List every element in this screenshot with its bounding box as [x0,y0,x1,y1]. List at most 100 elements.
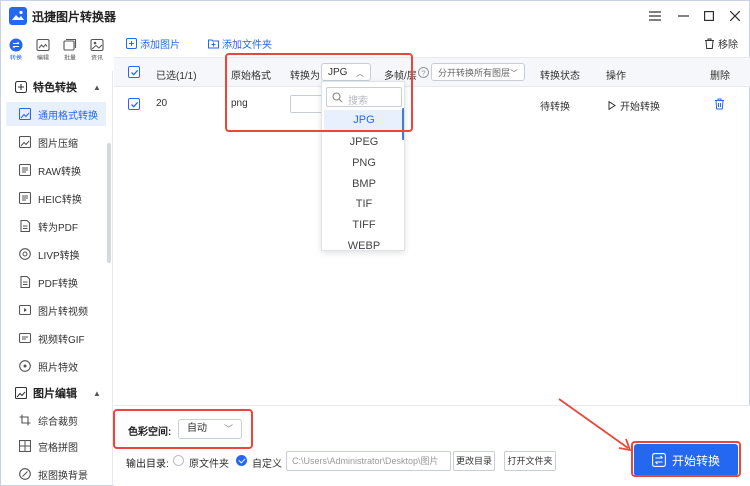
sidebar: 特色转换 ▲ 通用格式转换 图片压缩 RAW转换 HEIC转换 转为PDF LI… [1,71,113,486]
table-row[interactable]: 20 png 待转换 开始转换 [114,89,750,119]
sidebar-item-photo-effects[interactable]: 照片特效 [6,354,106,378]
multi-frame-select[interactable]: 分开转换所有图层 ﹀ [431,63,525,81]
rail-convert[interactable]: 转换 [4,38,28,64]
gif-icon [19,332,31,344]
add-folder-label: 添加文件夹 [222,39,272,51]
row-checkbox[interactable] [128,98,140,110]
bottom-panel: 色彩空间: 自动 ﹀ 输出目录: 原文件夹 自定义 C:\Users\Admin… [114,405,750,486]
image-icon [19,108,31,120]
add-image-button[interactable]: 添加图片 [126,35,180,51]
format-search-input[interactable]: 搜索 [326,87,402,107]
menu-icon[interactable] [645,6,665,26]
svg-text:?: ? [421,68,425,77]
sidebar-item-label: LIVP转换 [38,250,80,262]
format-option-tif[interactable]: TIF [324,194,404,214]
format-option-bmp[interactable]: BMP [324,174,404,194]
select-all-checkbox[interactable] [128,66,140,78]
play-icon [608,101,616,110]
sidebar-item-pdf-convert[interactable]: PDF转换 [6,270,106,294]
app-logo-icon [9,7,27,25]
color-space-value: 自动 [187,423,207,434]
compress-icon [19,136,31,148]
pdf-convert-icon [20,276,31,288]
color-space-select[interactable]: 自动 ﹀ [178,419,242,439]
sidebar-group-image-edit[interactable]: 图片编辑 ▲ [1,380,109,406]
cutout-icon [19,468,31,480]
sidebar-item-label: 抠图换背景 [38,470,88,482]
change-dir-button[interactable]: 更改目录 [453,451,495,471]
maximize-icon[interactable] [699,6,719,26]
start-convert-label: 开始转换 [671,453,720,468]
sidebar-item-label: 图片转视频 [38,306,88,318]
open-folder-button[interactable]: 打开文件夹 [504,451,556,471]
radio-original-folder[interactable] [173,455,184,466]
sidebar-item-to-pdf[interactable]: 转为PDF [6,214,106,238]
sidebar-item-label: 通用格式转换 [38,110,98,122]
start-convert-button[interactable]: 开始转换 [634,444,738,476]
radio-custom-label: 自定义 [252,459,282,470]
close-icon[interactable] [725,6,745,26]
row-delete-icon[interactable] [714,98,725,110]
image-edit-icon [15,387,27,399]
convert-to-select[interactable]: JPG ︿ [321,63,371,81]
rail-label: 批量 [64,55,76,62]
format-option-webp[interactable]: WEBP [324,236,404,250]
effect-icon [19,360,31,372]
sidebar-item-label: 照片特效 [38,362,78,374]
check-icon [130,69,138,76]
row-status: 待转换 [540,102,570,113]
sidebar-group-label: 特色转换 [33,82,77,94]
row-start-button[interactable]: 开始转换 [608,98,660,113]
sidebar-item-label: 转为PDF [38,222,78,234]
output-path-input[interactable]: C:\Users\Administrator\Desktop\图片 [286,451,451,471]
radio-custom-folder[interactable] [236,455,247,466]
help-icon[interactable]: ? [418,67,429,78]
sidebar-group-featured[interactable]: 特色转换 ▲ [1,74,109,100]
sidebar-item-label: RAW转换 [38,166,81,178]
convert-icon [9,38,23,52]
chevron-down-icon: ﹀ [223,424,233,434]
row-format: png [231,98,248,109]
trash-icon [705,38,714,49]
sidebar-item-label: 图片压缩 [38,138,78,150]
rail-label: 编辑 [37,55,49,62]
sidebar-item-image-to-video[interactable]: 图片转视频 [6,298,106,322]
chevron-up-icon: ▲ [93,82,101,92]
sidebar-item-crop[interactable]: 综合裁剪 [6,408,106,432]
featured-icon [15,81,27,93]
top-nav-rail: 转换 编辑 批量 资讯 [1,33,113,63]
row-action-label: 开始转换 [620,102,660,113]
convert-icon [652,453,666,467]
radio-original-label: 原文件夹 [189,459,229,470]
format-option-tiff[interactable]: TIFF [324,215,404,235]
format-option-jpg[interactable]: JPG [324,110,404,130]
rail-info[interactable]: 资讯 [85,38,109,64]
chevron-up-icon: ▲ [93,388,101,398]
sidebar-item-cutout[interactable]: 抠图换背景 [6,462,106,486]
image-info-icon [90,38,104,52]
grid-icon [19,440,31,452]
add-folder-button[interactable]: 添加文件夹 [208,35,272,51]
video-icon [19,304,31,316]
minimize-icon[interactable] [673,6,693,26]
app-window: 迅捷图片转换器 转换 编辑 批量 资讯 特色转换 ▲ 通用格式转换 图片压缩 R… [0,0,750,486]
header-original-format: 原始格式 [231,71,271,82]
sidebar-scrollbar[interactable] [107,143,111,263]
dropdown-scrollbar[interactable] [402,108,404,140]
sidebar-item-raw[interactable]: RAW转换 [6,158,106,182]
sidebar-item-grid-collage[interactable]: 宫格拼图 [6,434,106,458]
toolbar: 添加图片 添加文件夹 移除 [114,31,750,55]
edit-icon [36,38,50,52]
format-option-png[interactable]: PNG [324,153,404,173]
sidebar-item-general-convert[interactable]: 通用格式转换 [6,102,106,126]
sidebar-item-video-to-gif[interactable]: 视频转GIF [6,326,106,350]
output-dir-label: 输出目录: [126,459,169,470]
sidebar-item-compress[interactable]: 图片压缩 [6,130,106,154]
sidebar-item-heic[interactable]: HEIC转换 [6,186,106,210]
remove-button[interactable]: 移除 [704,35,738,51]
rail-edit[interactable]: 编辑 [31,38,55,64]
format-option-jpeg[interactable]: JPEG [324,132,404,152]
sidebar-item-livp[interactable]: LIVP转换 [6,242,106,266]
chevron-down-icon: ﹀ [510,69,518,78]
rail-batch[interactable]: 批量 [58,38,82,64]
